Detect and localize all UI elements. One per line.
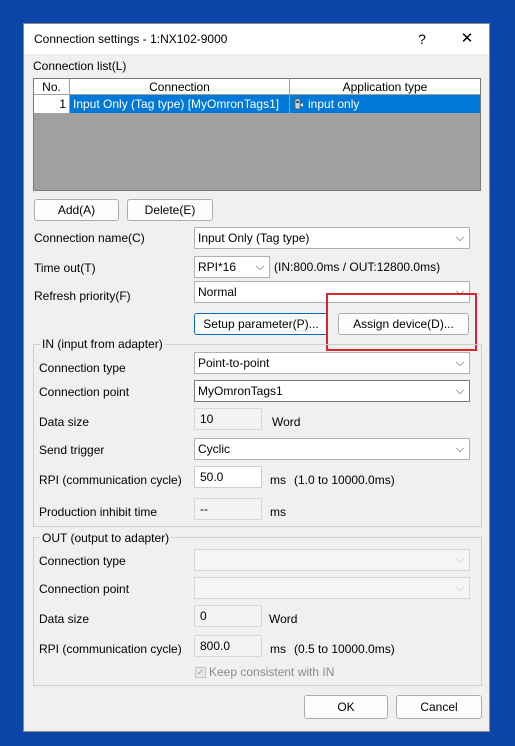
row-connection-cell[interactable]: Input Only (Tag type) [MyOmronTags1] xyxy=(70,95,290,113)
out-connection-point-combo: ⌵ xyxy=(194,577,470,599)
in-send-trigger-combo[interactable]: Cyclic ⌵ xyxy=(194,438,470,460)
in-connection-type-value: Point-to-point xyxy=(198,356,270,370)
column-header-application-type[interactable]: Application type xyxy=(290,79,480,95)
out-group-legend: OUT (output to adapter) xyxy=(40,531,172,545)
in-data-size-label: Data size xyxy=(39,415,90,429)
chevron-down-icon: ⌵ xyxy=(455,443,465,455)
column-header-connection[interactable]: Connection xyxy=(70,79,290,95)
in-rpi-unit: ms xyxy=(270,473,286,487)
chevron-down-icon: ⌵ xyxy=(455,357,465,369)
in-connection-type-label: Connection type xyxy=(39,361,126,375)
in-connection-point-combo[interactable]: MyOmronTags1 ⌵ xyxy=(194,380,470,402)
refresh-priority-label: Refresh priority(F) xyxy=(34,289,131,303)
keep-consistent-label: Keep consistent with IN xyxy=(209,665,335,679)
close-button[interactable]: ✕ xyxy=(456,28,478,50)
column-header-no[interactable]: No. xyxy=(34,79,70,95)
out-connection-point-label: Connection point xyxy=(39,582,130,596)
setup-parameter-button[interactable]: Setup parameter(P)... xyxy=(194,313,328,335)
in-send-trigger-value: Cyclic xyxy=(198,442,230,456)
in-rpi-range: (1.0 to 10000.0ms) xyxy=(294,473,395,487)
out-data-size-field: 0 xyxy=(194,605,262,627)
application-type-text: input only xyxy=(308,97,360,111)
input-device-icon xyxy=(294,97,304,110)
in-inhibit-field: -- xyxy=(194,498,262,520)
out-connection-type-combo: ⌵ xyxy=(194,549,470,571)
connection-list-table[interactable]: No. Connection Application type 1 Input … xyxy=(33,78,481,191)
ok-button[interactable]: OK xyxy=(304,695,388,719)
connection-name-value: Input Only (Tag type) xyxy=(198,231,310,245)
chevron-down-icon: ⌵ xyxy=(455,385,465,397)
in-group-legend: IN (input from adapter) xyxy=(40,337,165,351)
out-rpi-range: (0.5 to 10000.0ms) xyxy=(294,642,395,656)
checkmark-icon: ✓ xyxy=(195,667,206,678)
window-title: Connection settings - 1:NX102-9000 xyxy=(34,32,228,46)
timeout-combo[interactable]: RPI*16 ⌵ xyxy=(194,256,270,278)
out-rpi-label: RPI (communication cycle) xyxy=(39,642,182,656)
in-rpi-label: RPI (communication cycle) xyxy=(39,473,182,487)
title-bar: Connection settings - 1:NX102-9000 ? ✕ xyxy=(24,24,489,54)
out-connection-type-label: Connection type xyxy=(39,554,126,568)
out-data-size-label: Data size xyxy=(39,612,90,626)
in-rpi-input[interactable]: 50.0 xyxy=(194,466,262,488)
in-inhibit-label: Production inhibit time xyxy=(39,505,158,519)
connection-name-label: Connection name(C) xyxy=(34,231,145,245)
highlight-box xyxy=(326,293,477,351)
row-no-cell[interactable]: 1 xyxy=(34,95,70,113)
out-rpi-field: 800.0 xyxy=(194,635,262,657)
in-send-trigger-label: Send trigger xyxy=(39,443,105,457)
connection-list-label: Connection list(L) xyxy=(33,59,127,73)
connection-settings-dialog: Connection settings - 1:NX102-9000 ? ✕ C… xyxy=(23,23,490,732)
chevron-down-icon: ⌵ xyxy=(255,261,265,273)
in-inhibit-unit: ms xyxy=(270,505,286,519)
add-button[interactable]: Add(A) xyxy=(34,199,119,221)
chevron-down-icon: ⌵ xyxy=(455,232,465,244)
timeout-label: Time out(T) xyxy=(34,261,96,275)
in-connection-point-label: Connection point xyxy=(39,385,130,399)
in-connection-point-value: MyOmronTags1 xyxy=(198,384,283,398)
in-connection-type-combo[interactable]: Point-to-point ⌵ xyxy=(194,352,470,374)
help-button[interactable]: ? xyxy=(412,28,432,50)
connection-name-combo[interactable]: Input Only (Tag type) ⌵ xyxy=(194,227,470,249)
timeout-info: (IN:800.0ms / OUT:12800.0ms) xyxy=(274,260,441,274)
in-data-size-unit: Word xyxy=(272,415,301,429)
chevron-down-icon: ⌵ xyxy=(455,554,465,566)
delete-button[interactable]: Delete(E) xyxy=(127,199,213,221)
cancel-button[interactable]: Cancel xyxy=(396,695,482,719)
out-data-size-unit: Word xyxy=(269,612,298,626)
row-application-type-cell[interactable]: input only xyxy=(290,95,480,113)
refresh-priority-value: Normal xyxy=(198,285,237,299)
in-data-size-field: 10 xyxy=(194,408,262,430)
out-rpi-unit: ms xyxy=(270,642,286,656)
timeout-value: RPI*16 xyxy=(198,260,237,274)
chevron-down-icon: ⌵ xyxy=(455,582,465,594)
